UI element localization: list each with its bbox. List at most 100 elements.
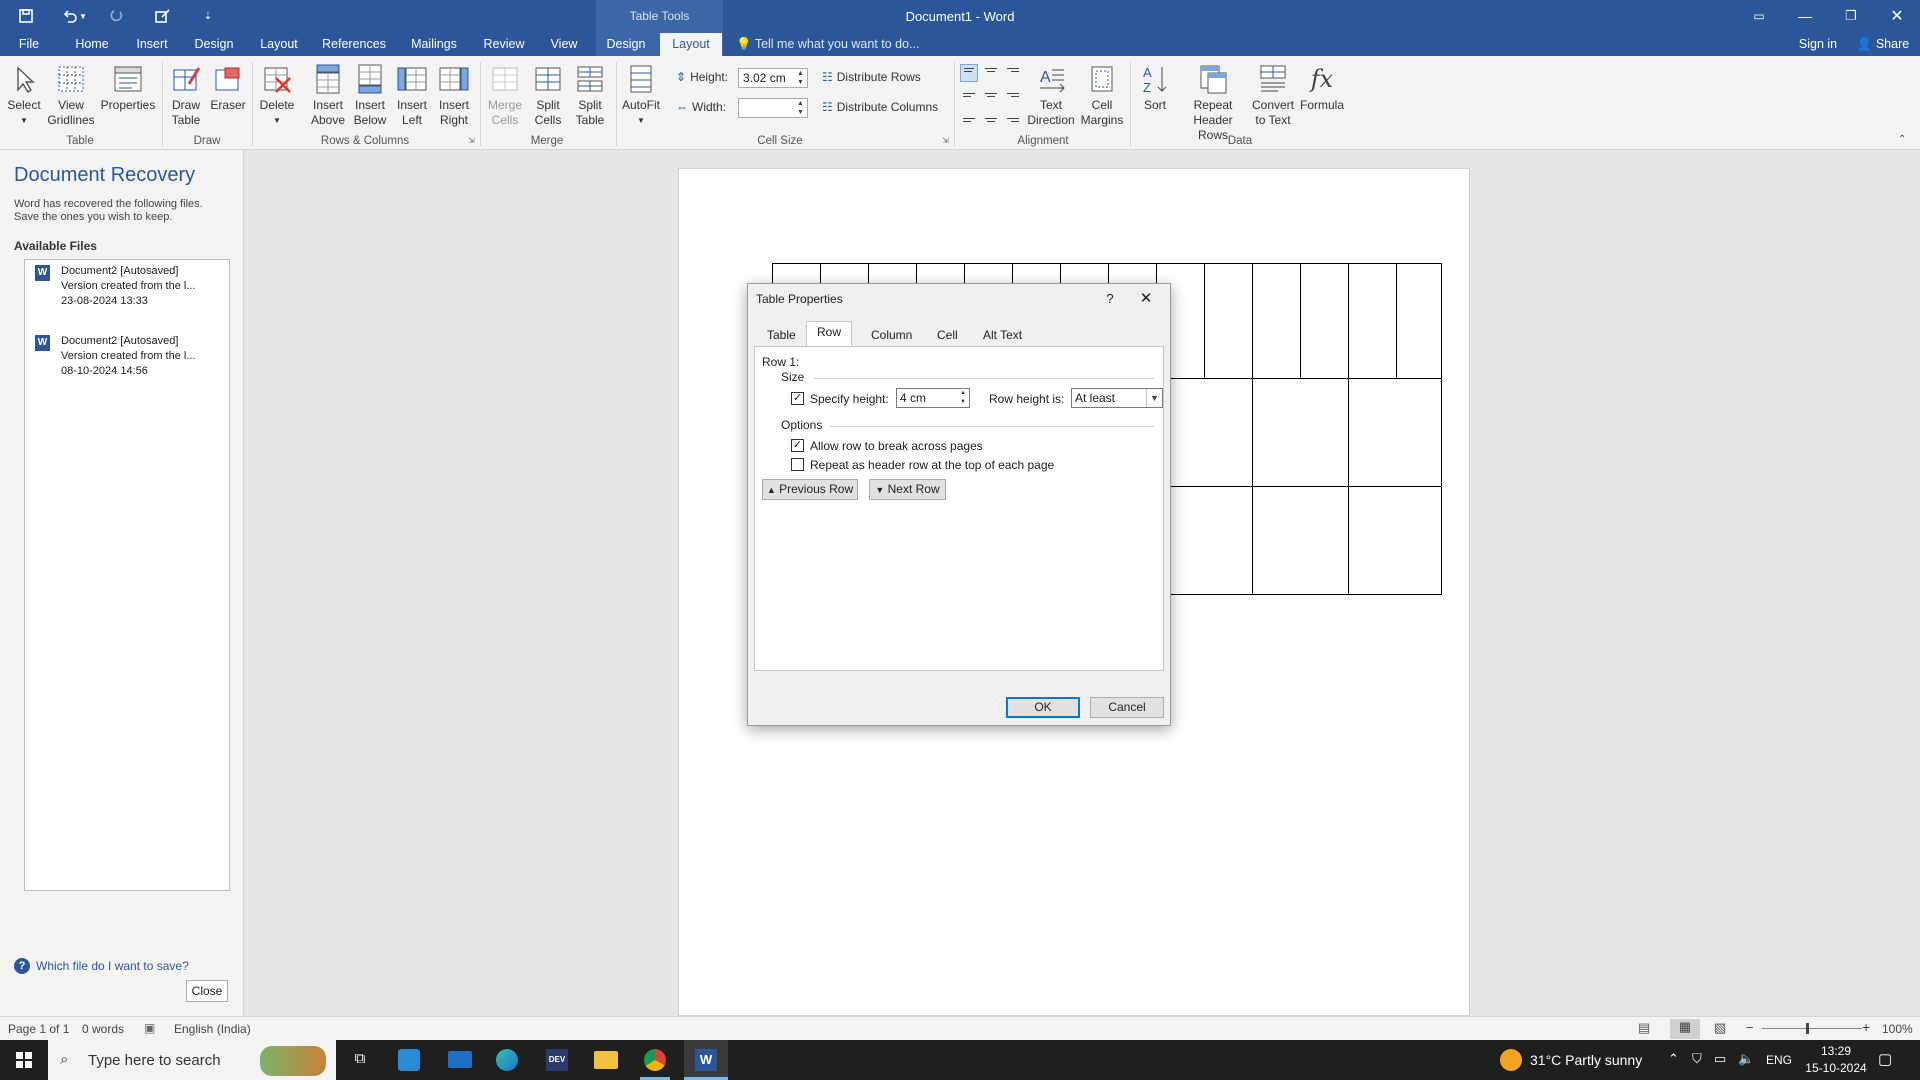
insert-above-button[interactable]: Insert Above [308,60,348,128]
text-direction-button[interactable]: A Text Direction [1026,60,1076,128]
insert-right-button[interactable]: Insert Right [434,60,474,128]
zoom-slider[interactable] [1762,1028,1862,1029]
weather-sun-icon[interactable] [1500,1049,1522,1071]
dialog-tab-table[interactable]: Table [756,324,807,346]
tell-me-box[interactable]: 💡 Tell me what you want to do... [736,33,920,56]
align-top-right-icon[interactable] [1004,64,1022,82]
convert-to-text-button[interactable]: Convert to Text [1250,60,1296,128]
tab-home[interactable]: Home [68,33,116,56]
table-cell[interactable] [1348,378,1442,487]
recovery-close-button[interactable]: Close [186,980,228,1002]
weather-text[interactable]: 31°C Partly sunny [1530,1052,1642,1068]
draw-table-button[interactable]: Draw Table [166,60,206,128]
split-cells-button[interactable]: Split Cells [528,60,568,128]
input-language[interactable]: ENG [1766,1053,1792,1067]
language-indicator[interactable]: English (India) [174,1022,251,1036]
redo-icon[interactable] [102,4,130,28]
zoom-slider-thumb[interactable] [1806,1023,1809,1034]
edge-icon[interactable] [496,1049,518,1071]
insert-below-button[interactable]: Insert Below [350,60,390,128]
table-cell[interactable] [1252,486,1349,595]
table-cell[interactable] [1204,263,1253,379]
volume-icon[interactable]: 🔈 [1738,1051,1754,1067]
split-table-button[interactable]: Split Table [570,60,610,128]
dialog-tab-alt-text[interactable]: Alt Text [972,324,1033,346]
row-height-spinner-icon[interactable]: ▲ ▼ [957,389,969,407]
table-cell[interactable] [1252,263,1301,379]
collapse-ribbon-icon[interactable]: ⌃ [1898,134,1906,145]
rows-columns-launcher-icon[interactable]: ⇲ [468,136,475,145]
align-top-left-icon[interactable] [960,64,978,82]
devcpp-icon[interactable]: DEV [546,1049,568,1071]
list-item[interactable]: W Document2 [Autosaved] Version created … [25,260,229,326]
tab-table-design[interactable]: Design [598,33,654,56]
sign-in-link[interactable]: Sign in [1790,33,1846,56]
merge-cells-button[interactable]: Merge Cells [484,60,526,128]
taskbar-search-box[interactable]: ⌕ Type here to search [48,1040,336,1080]
align-middle-left-icon[interactable] [960,86,978,104]
align-bottom-left-icon[interactable] [960,108,978,126]
align-bottom-center-icon[interactable] [982,108,1000,126]
select-button[interactable]: Select ▼ [6,60,42,128]
undo-dropdown-icon[interactable]: ▼ [76,4,90,28]
dialog-help-button[interactable]: ? [1098,288,1122,310]
view-gridlines-button[interactable]: View Gridlines [46,60,96,128]
chrome-icon[interactable] [644,1049,666,1071]
ribbon-display-icon[interactable]: ▭ [1736,0,1782,32]
minimize-button[interactable]: — [1782,0,1828,32]
windows-start-icon[interactable] [0,1040,48,1080]
table-cell[interactable] [1348,263,1397,379]
insert-left-button[interactable]: Insert Left [392,60,432,128]
security-icon[interactable]: ⛉ [1692,1051,1702,1067]
read-mode-icon[interactable]: ▤ [1638,1020,1650,1036]
tab-mailings[interactable]: Mailings [404,33,464,56]
clock-date[interactable]: 15-10-2024 [1800,1061,1872,1075]
clock-time[interactable]: 13:29 [1806,1044,1866,1058]
width-spinner-icon[interactable]: ▲ ▼ [797,99,804,117]
sort-button[interactable]: AZ Sort [1134,60,1176,113]
tab-table-layout[interactable]: Layout [660,33,722,56]
dialog-tab-column[interactable]: Column [860,324,923,346]
restore-button[interactable]: ❐ [1828,0,1874,32]
distribute-columns-button[interactable]: ☷ Distribute Columns [822,100,938,114]
ok-button[interactable]: OK [1006,697,1080,718]
previous-row-button[interactable]: ▲ Previous Row [762,479,858,500]
share-button[interactable]: 👤 Share [1852,33,1914,56]
touch-mode-icon[interactable] [148,4,176,28]
properties-button[interactable]: Properties [98,60,158,113]
zoom-level[interactable]: 100% [1882,1022,1913,1036]
align-bottom-right-icon[interactable] [1004,108,1022,126]
tab-view[interactable]: View [544,33,584,56]
customize-qat-icon[interactable]: ⇣ [194,4,222,28]
zoom-in-icon[interactable]: + [1862,1019,1870,1035]
allow-break-checkbox[interactable]: ✓ [791,439,804,452]
mail-icon[interactable] [448,1051,472,1068]
repeat-header-rows-button[interactable]: Repeat Header Rows [1178,60,1248,143]
table-cell[interactable] [1396,263,1442,379]
store-icon[interactable] [398,1049,420,1071]
network-icon[interactable]: ▭ [1714,1051,1726,1067]
web-layout-icon[interactable]: ▧ [1714,1020,1726,1036]
tab-references[interactable]: References [318,33,390,56]
specify-height-checkbox[interactable]: ✓ [791,392,804,405]
notifications-icon[interactable]: ▢ [1878,1050,1892,1068]
chevron-down-icon[interactable]: ▼ [1146,389,1162,407]
page-count[interactable]: Page 1 of 1 [8,1022,69,1036]
print-layout-icon[interactable]: ▦ [1670,1019,1700,1039]
tab-design[interactable]: Design [188,33,240,56]
cancel-button[interactable]: Cancel [1090,697,1164,718]
save-icon[interactable] [12,4,40,28]
dialog-close-icon[interactable]: ✕ [1132,288,1160,310]
repeat-header-checkbox[interactable] [791,458,804,471]
task-view-icon[interactable]: ⧉ [346,1050,374,1067]
word-taskbar-button[interactable]: W [684,1040,728,1080]
delete-button[interactable]: Delete ▼ [256,60,298,128]
word-count[interactable]: 0 words [82,1022,124,1036]
formula-button[interactable]: fx Formula [1298,60,1346,113]
align-middle-center-icon[interactable] [982,86,1000,104]
cell-size-launcher-icon[interactable]: ⇲ [942,136,949,145]
tab-review[interactable]: Review [478,33,530,56]
proofing-icon[interactable]: ▣ [144,1021,155,1035]
dialog-tab-cell[interactable]: Cell [926,324,969,346]
distribute-rows-button[interactable]: ☷ Distribute Rows [822,70,921,84]
